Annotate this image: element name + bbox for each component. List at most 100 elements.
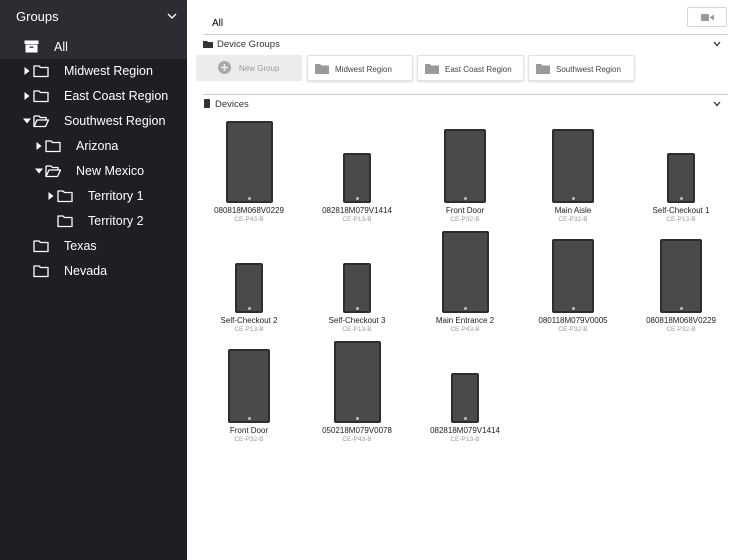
device-thumbnail[interactable]: [552, 239, 594, 313]
device-name: 050218M079V0078: [322, 426, 392, 435]
tablet-icon: [204, 99, 210, 108]
folder-icon: [33, 90, 49, 103]
device-group-button[interactable]: Midwest Region: [307, 55, 413, 81]
folder-icon: [425, 64, 439, 74]
device-name: Main Entrance 2: [435, 316, 495, 325]
sidebar-item-label: Nevada: [64, 264, 108, 278]
sidebar-item[interactable]: Nevada: [0, 259, 187, 284]
device-model: CE-P32-B: [558, 326, 588, 333]
device-groups-title: Device Groups: [217, 39, 280, 50]
device-home-button: [463, 197, 467, 200]
device-thumbnail[interactable]: [225, 121, 273, 203]
device-model: CE-P13-B: [342, 326, 372, 333]
device-thumbnail[interactable]: [343, 153, 371, 203]
tab-all[interactable]: All: [212, 18, 223, 29]
device-model: CE-P43-B: [234, 216, 264, 223]
device-group-label: Midwest Region: [335, 65, 392, 74]
device-home-button: [463, 417, 467, 420]
device-name: 080118M079V0005: [538, 316, 608, 325]
device-group-label: East Coast Region: [445, 65, 512, 74]
sidebar-item[interactable]: New Mexico: [0, 159, 187, 184]
groups-sidebar: Groups All Midwest Region East Coast Regi…: [0, 0, 187, 560]
devices-title: Devices: [215, 99, 249, 110]
device-home-button: [355, 307, 359, 310]
sidebar-item-label: Territory 2: [88, 214, 144, 228]
device-name: Main Aisle: [554, 206, 592, 215]
devices-header[interactable]: Devices: [203, 96, 728, 114]
section-divider: [203, 94, 728, 95]
sidebar-item-label: New Mexico: [76, 164, 145, 178]
folder-icon: [33, 65, 49, 78]
device-model: CE-P13-B: [234, 326, 264, 333]
sidebar-item-label: East Coast Region: [64, 89, 169, 103]
new-group-label: New Group: [239, 64, 280, 73]
video-camera-icon: [701, 14, 714, 21]
plus-circle-icon: [218, 61, 231, 74]
tab-divider: [203, 34, 728, 35]
device-name: 080818M068V0229: [214, 206, 284, 215]
folder-icon: [315, 64, 329, 74]
caret-right-icon[interactable]: [22, 91, 32, 101]
sidebar-item[interactable]: Territory 2: [0, 209, 187, 234]
device-model: CE-P13-B: [450, 436, 480, 443]
folder-icon: [33, 265, 49, 278]
device-name: Self-Checkout 2: [220, 316, 278, 325]
folder-icon: [57, 215, 73, 228]
camera-button[interactable]: [687, 7, 727, 27]
device-home-button: [571, 307, 575, 310]
device-thumbnail[interactable]: [235, 263, 263, 313]
caret-down-icon[interactable]: [22, 116, 32, 126]
caret-right-icon[interactable]: [22, 66, 32, 76]
sidebar-item[interactable]: Territory 1: [0, 184, 187, 209]
device-home-button: [463, 307, 467, 310]
device-name: 082818M079V1414: [430, 426, 500, 435]
device-thumbnail[interactable]: [333, 341, 381, 423]
device-group-label: Southwest Region: [556, 65, 621, 74]
sidebar-item[interactable]: Midwest Region: [0, 59, 187, 84]
folder-icon: [45, 140, 61, 153]
device-thumbnail[interactable]: [228, 349, 270, 423]
device-home-button: [355, 417, 359, 420]
sidebar-item-label: Texas: [64, 239, 97, 253]
groups-header[interactable]: Groups: [0, 0, 187, 34]
device-thumbnail[interactable]: [552, 129, 594, 203]
device-thumbnail[interactable]: [667, 153, 695, 203]
caret-right-icon[interactable]: [46, 191, 56, 201]
sidebar-item-label: All: [54, 40, 68, 54]
new-group-button[interactable]: New Group: [196, 55, 302, 81]
device-model: CE-P43-B: [342, 436, 372, 443]
device-thumbnail[interactable]: [444, 129, 486, 203]
chevron-down-icon[interactable]: [713, 101, 721, 107]
device-home-button: [247, 307, 251, 310]
archive-box-icon: [24, 40, 39, 53]
device-model: CE-P13-B: [342, 216, 372, 223]
sidebar-item-label: Southwest Region: [64, 114, 166, 128]
device-name: 080818M068V0229: [646, 316, 716, 325]
sidebar-item[interactable]: Texas: [0, 234, 187, 259]
device-name: Front Door: [445, 206, 485, 215]
device-thumbnail[interactable]: [451, 373, 479, 423]
caret-down-icon[interactable]: [34, 166, 44, 176]
folder-icon: [33, 240, 49, 253]
folder-open-icon: [33, 115, 49, 128]
main-panel: All Device Groups New Group Midwest Regi…: [187, 0, 750, 560]
sidebar-item-all[interactable]: All: [0, 34, 187, 59]
chevron-down-icon[interactable]: [713, 41, 721, 47]
device-groups-header[interactable]: Device Groups: [203, 36, 728, 54]
device-home-button: [679, 197, 683, 200]
device-home-button: [679, 307, 683, 310]
device-group-button[interactable]: East Coast Region: [417, 55, 524, 81]
device-thumbnail[interactable]: [343, 263, 371, 313]
device-thumbnail[interactable]: [660, 239, 702, 313]
folder-open-icon: [45, 165, 61, 178]
caret-right-icon[interactable]: [34, 141, 44, 151]
device-model: CE-P43-B: [450, 326, 480, 333]
device-thumbnail[interactable]: [441, 231, 489, 313]
folder-icon: [203, 41, 213, 48]
sidebar-item[interactable]: East Coast Region: [0, 84, 187, 109]
sidebar-item[interactable]: Southwest Region: [0, 109, 187, 134]
folder-icon: [57, 190, 73, 203]
sidebar-item[interactable]: Arizona: [0, 134, 187, 159]
chevron-down-icon[interactable]: [166, 10, 178, 22]
device-group-button[interactable]: Southwest Region: [528, 55, 635, 81]
